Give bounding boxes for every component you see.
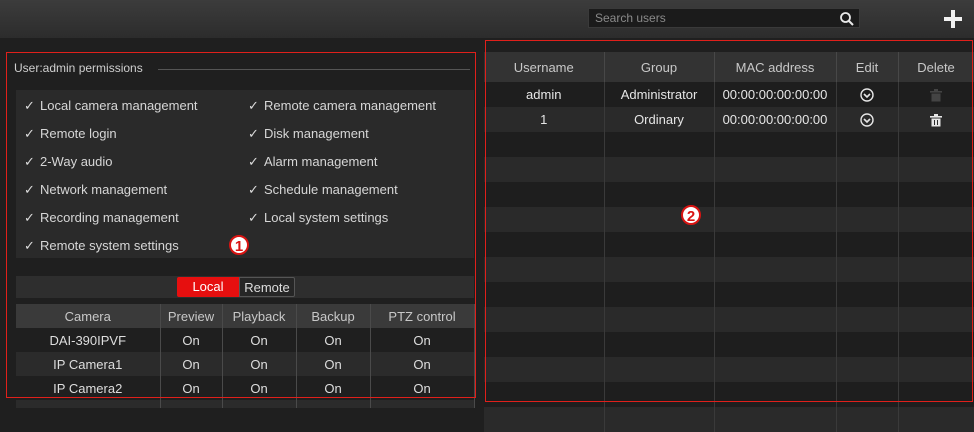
annotation-box-right <box>485 40 973 402</box>
annotation-marker-2: 2 <box>681 205 701 225</box>
table-row <box>484 407 974 432</box>
search-box[interactable] <box>588 8 860 28</box>
add-user-icon[interactable] <box>940 6 966 32</box>
top-bar <box>0 0 974 38</box>
annotation-box-left <box>6 52 476 398</box>
table-row <box>16 400 475 408</box>
search-input[interactable] <box>589 9 841 27</box>
search-icon[interactable] <box>839 11 855 27</box>
annotation-marker-1: 1 <box>229 235 249 255</box>
